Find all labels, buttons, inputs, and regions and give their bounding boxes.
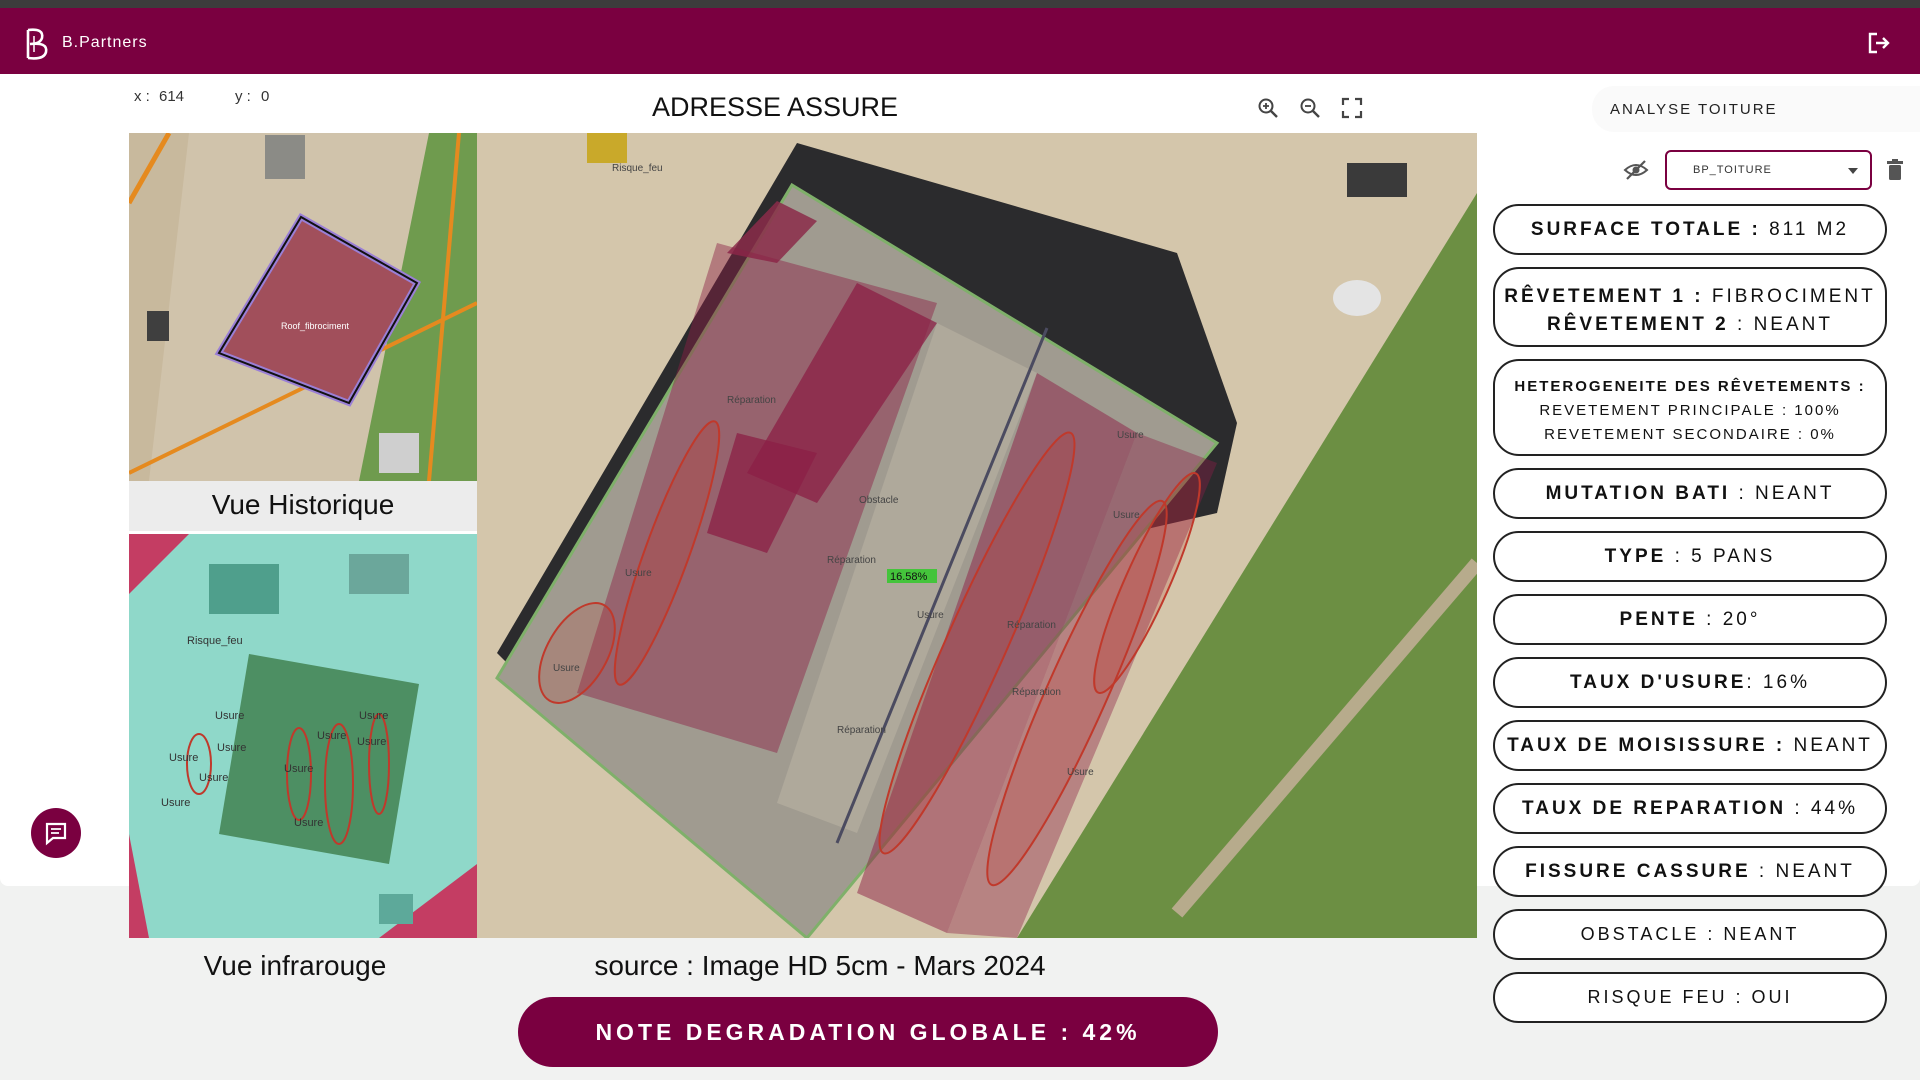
layer-select-value: BP_TOITURE [1693,164,1772,176]
metric-taux-usure: TAUX D'USURE: 16% [1493,657,1887,708]
chat-button[interactable] [31,808,81,858]
main-aerial-image[interactable]: 16.58% Risque_feu Réparation Usure Usure… [477,133,1477,938]
ir-label: Usure [357,736,386,748]
ir-label: Risque_feu [187,635,243,647]
metric-obstacle: OBSTACLE : NEANT [1493,909,1887,960]
main-label: Réparation [1012,687,1061,698]
main-label: Usure [1117,430,1144,441]
metric-heterogeneite: HETEROGENEITE DES RÊVETEMENTS : REVETEME… [1493,359,1887,456]
page-title: ADRESSE ASSURE [651,92,899,122]
main-label: Réparation [827,555,876,566]
main-label: Usure [917,610,944,621]
main-label: Obstacle [859,495,899,506]
metric-pente: PENTE : 20° [1493,594,1887,645]
historic-roof-label: Roof_fibrociment [281,321,350,331]
wear-percentage: 16.58% [890,571,928,583]
top-edge [0,0,1920,8]
brand-logo-icon[interactable] [22,26,54,62]
main-label: Réparation [1007,620,1056,631]
metric-mutation-bati: MUTATION BATI : NEANT [1493,468,1887,519]
metric-taux-reparation: TAUX DE REPARATION : 44% [1493,783,1887,834]
main-label: Usure [1113,510,1140,521]
historic-view-caption: Vue Historique [129,481,477,531]
ir-label: Usure [169,752,198,764]
metric-surface-totale: SURFACE TOTALE : 811 M2 [1493,204,1887,255]
zoom-in-icon[interactable] [1256,96,1280,120]
ir-label: Usure [294,817,323,829]
zoom-out-icon[interactable] [1298,96,1322,120]
ir-label: Usure [217,742,246,754]
logout-icon[interactable] [1866,30,1892,56]
historic-view-image[interactable]: Roof_fibrociment [129,133,477,481]
metric-taux-moisissure: TAUX DE MOISISSURE : NEANT [1493,720,1887,771]
ir-label: Usure [284,763,313,775]
panel-title: ANALYSE TOITURE [1592,86,1920,132]
app-header: B.Partners [0,8,1920,74]
infrared-view-caption: Vue infrarouge [203,950,387,981]
main-label: Risque_feu [612,163,663,174]
metric-revetements: RÊVETEMENT 1 : FIBROCIMENT RÊVETEMENT 2 … [1493,267,1887,347]
coord-x-label: x : [134,88,150,105]
trash-icon[interactable] [1885,158,1905,182]
ir-label: Usure [317,730,346,742]
ir-label: Usure [161,797,190,809]
ir-label: Usure [359,710,388,722]
fullscreen-icon[interactable] [1340,96,1364,120]
global-degradation-note-button[interactable]: NOTE DEGRADATION GLOBALE : 42% [518,997,1218,1067]
image-source: source : Image HD 5cm - Mars 2024 [594,950,1046,981]
eye-off-icon[interactable] [1623,158,1649,182]
coord-x-value: 614 [159,88,185,105]
brand-name: B.Partners [62,34,148,51]
metric-risque-feu: RISQUE FEU : OUI [1493,972,1887,1023]
layer-select[interactable]: BP_TOITURE [1665,150,1872,190]
infrared-view-image[interactable]: Risque_feu Usure Usure Usure Usure Usure… [129,534,477,938]
chat-icon [45,822,67,846]
main-label: Réparation [727,395,776,406]
ir-label: Usure [199,772,228,784]
metric-fissure-cassure: FISSURE CASSURE : NEANT [1493,846,1887,897]
main-label: Usure [625,568,652,579]
coord-y-value: 0 [261,88,270,105]
coord-y-label: y : [235,88,251,105]
ir-label: Usure [215,710,244,722]
chevron-down-icon [1848,168,1858,174]
main-label: Usure [553,663,580,674]
main-label: Réparation [837,725,886,736]
metric-type: TYPE : 5 PANS [1493,531,1887,582]
main-label: Usure [1067,767,1094,778]
